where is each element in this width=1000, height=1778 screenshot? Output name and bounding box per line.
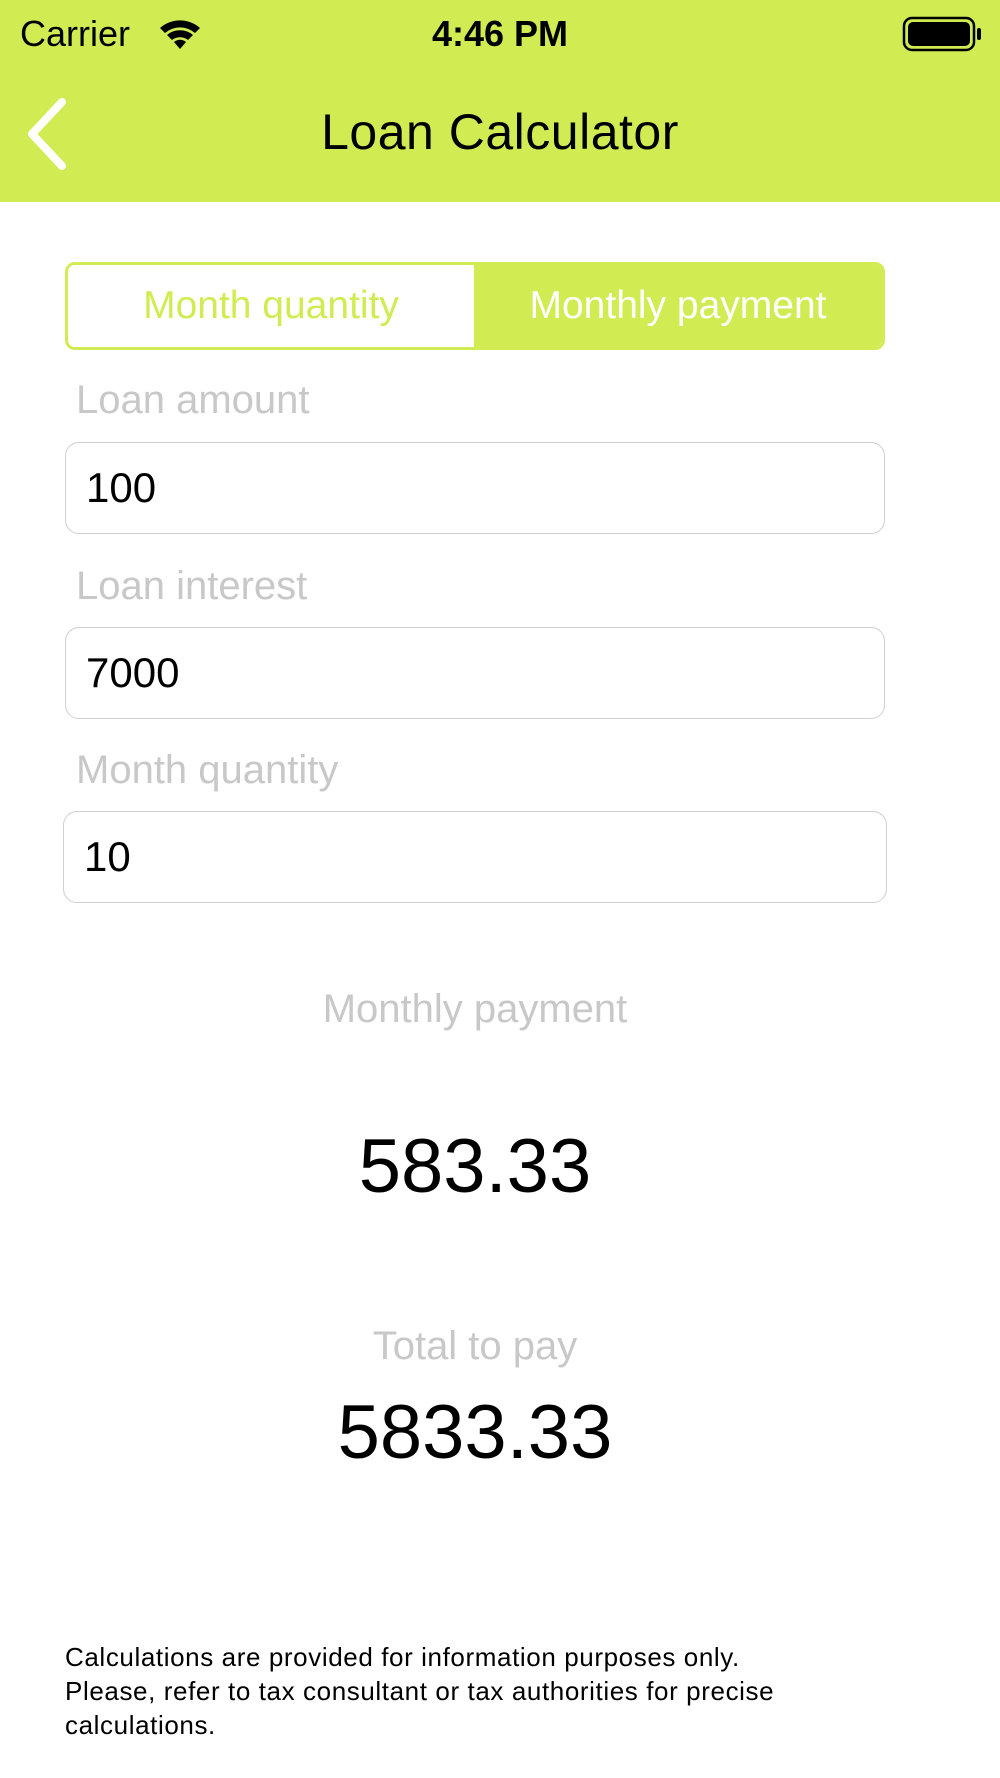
status-time: 4:46 PM <box>431 13 569 54</box>
loan-amount-label: Loan amount <box>76 378 310 422</box>
monthly-payment-value: 583.33 <box>358 1124 592 1209</box>
status-bar: Carrier 4:46 PM <box>0 0 1000 68</box>
battery-icon <box>902 16 981 52</box>
disclaimer-line: Please, refer to tax consultant or tax a… <box>65 1676 775 1706</box>
monthly-payment-label: Monthly payment <box>322 987 628 1031</box>
app-header: Carrier 4:46 PM Loan Calculator <box>0 0 1000 202</box>
total-to-pay-label: Total to pay <box>372 1324 578 1368</box>
month-quantity-label: Month quantity <box>76 748 339 792</box>
segment-monthly-payment[interactable]: Monthly payment <box>474 265 882 347</box>
segment-month-quantity[interactable]: Month quantity <box>68 265 474 347</box>
loan-amount-field[interactable]: 100 <box>65 442 885 534</box>
disclaimer-line: Calculations are provided for informatio… <box>65 1642 740 1672</box>
disclaimer-line: calculations. <box>65 1710 216 1740</box>
mode-segmented-control: Month quantity Monthly payment <box>65 262 885 350</box>
page-title: Loan Calculator <box>321 104 679 160</box>
loan-interest-field[interactable]: 7000 <box>65 627 885 719</box>
disclaimer-text: Calculations are provided for informatio… <box>65 1640 925 1742</box>
total-to-pay-value: 5833.33 <box>337 1390 613 1475</box>
loan-interest-label: Loan interest <box>76 564 308 608</box>
month-quantity-field[interactable]: 10 <box>63 811 887 903</box>
